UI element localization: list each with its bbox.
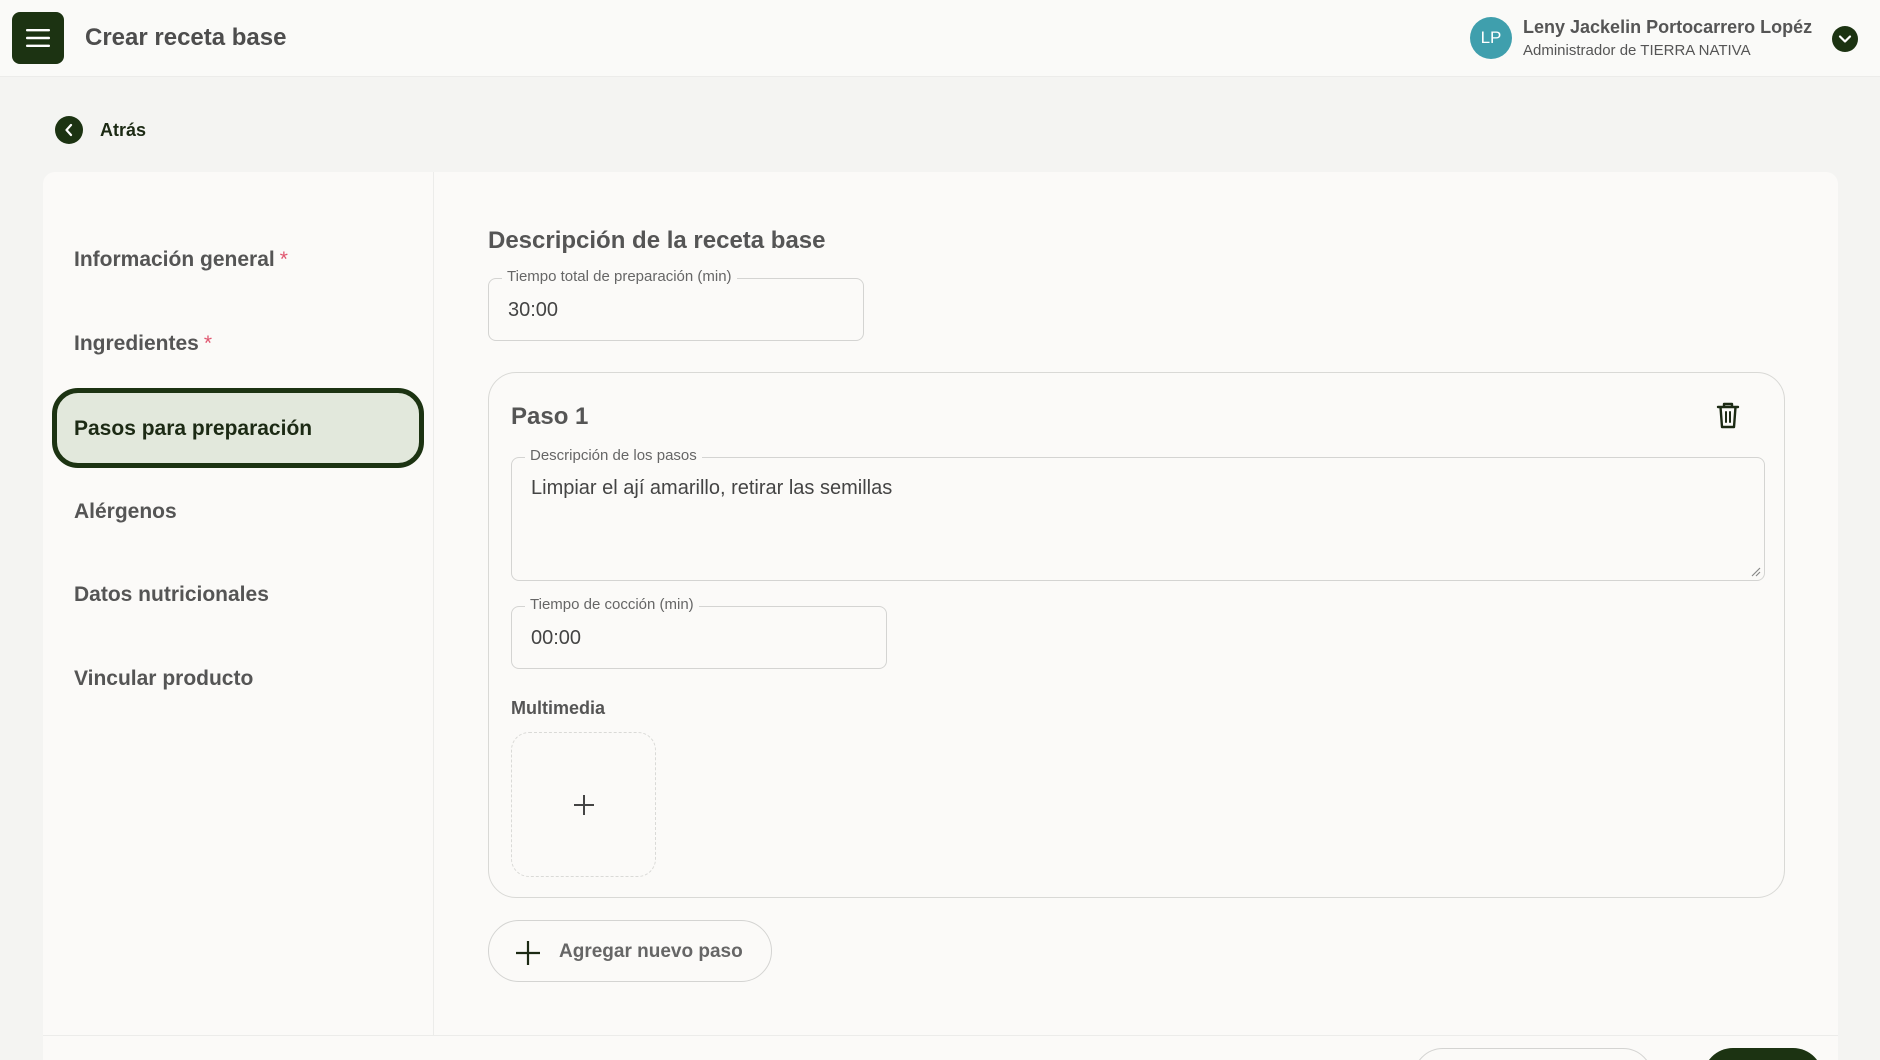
step-card: Paso 1 Descripción de los pasos Limpiar … <box>488 372 1785 898</box>
footer-divider <box>43 1035 1838 1036</box>
step-title: Paso 1 <box>511 403 589 430</box>
total-time-field[interactable]: Tiempo total de preparación (min) 30:00 <box>488 268 864 341</box>
back-label: Atrás <box>100 119 147 140</box>
section-title: Descripción de la receta base <box>488 227 826 254</box>
recipe-form-card: Información general * Ingredientes * Pasos… <box>43 172 1838 1060</box>
primary-footer-button[interactable] <box>1703 1048 1823 1060</box>
plus-icon <box>516 941 540 965</box>
delete-step-button[interactable] <box>1713 399 1743 431</box>
sidebar-item-label: Datos nutricionales <box>74 583 269 606</box>
total-time-value: 30:00 <box>508 299 559 321</box>
page-title: Crear receta base <box>85 24 287 51</box>
required-mark: * <box>203 332 213 355</box>
add-media-button[interactable] <box>511 732 656 877</box>
sidebar-item-label: Alérgenos <box>74 500 177 523</box>
secondary-footer-button[interactable] <box>1413 1048 1653 1060</box>
sidebar-item-label: Pasos para preparación <box>74 417 313 440</box>
step-description-label: Descripción de los pasos <box>525 447 702 464</box>
plus-icon <box>573 794 594 815</box>
step-description-field[interactable]: Descripción de los pasos Limpiar el ají … <box>511 447 1765 581</box>
menu-button[interactable] <box>12 12 64 64</box>
sidebar-item-label: Vincular producto <box>74 667 254 690</box>
cook-time-field[interactable]: Tiempo de cocción (min) 00:00 <box>511 596 887 669</box>
sidebar-item-vincular-producto[interactable]: Vincular producto <box>74 667 253 691</box>
sidebar-item-label: Ingredientes <box>74 332 199 355</box>
resize-handle-icon[interactable] <box>1749 565 1761 577</box>
sidebar-item-alergenos[interactable]: Alérgenos <box>74 500 177 524</box>
cook-time-label: Tiempo de cocción (min) <box>525 596 699 613</box>
avatar[interactable]: LP <box>1470 17 1512 59</box>
chevron-down-icon <box>1838 35 1852 43</box>
add-step-button[interactable]: Agregar nuevo paso <box>488 920 772 982</box>
back-button[interactable]: Atrás <box>55 116 146 144</box>
user-menu-button[interactable] <box>1832 26 1858 52</box>
chevron-left-icon <box>65 123 73 137</box>
cook-time-value: 00:00 <box>531 627 582 649</box>
back-circle <box>55 116 83 144</box>
form-sections-sidebar: Información general * Ingredientes * Pasos… <box>43 172 434 1036</box>
hamburger-icon <box>26 29 50 47</box>
required-mark: * <box>279 248 288 271</box>
sidebar-item-ingredientes[interactable]: Ingredientes * <box>74 332 212 356</box>
sidebar-item-informacion-general[interactable]: Información general * <box>74 248 288 272</box>
total-time-label: Tiempo total de preparación (min) <box>502 268 737 285</box>
top-bar: Crear receta base LP Leny Jackelin Porto… <box>0 0 1880 77</box>
user-name: Leny Jackelin Portocarrero Lopéz <box>1523 17 1813 37</box>
sidebar-item-label: Información general <box>74 248 275 271</box>
trash-icon <box>1716 402 1740 429</box>
add-step-label: Agregar nuevo paso <box>559 941 743 962</box>
user-role: Administrador de TIERRA NATIVA <box>1523 42 1751 59</box>
multimedia-label: Multimedia <box>511 698 606 718</box>
step-description-value: Limpiar el ají amarillo, retirar las sem… <box>531 477 893 499</box>
sidebar-item-pasos-para-preparacion[interactable]: Pasos para preparación <box>52 388 424 468</box>
sidebar-item-datos-nutricionales[interactable]: Datos nutricionales <box>74 583 269 607</box>
